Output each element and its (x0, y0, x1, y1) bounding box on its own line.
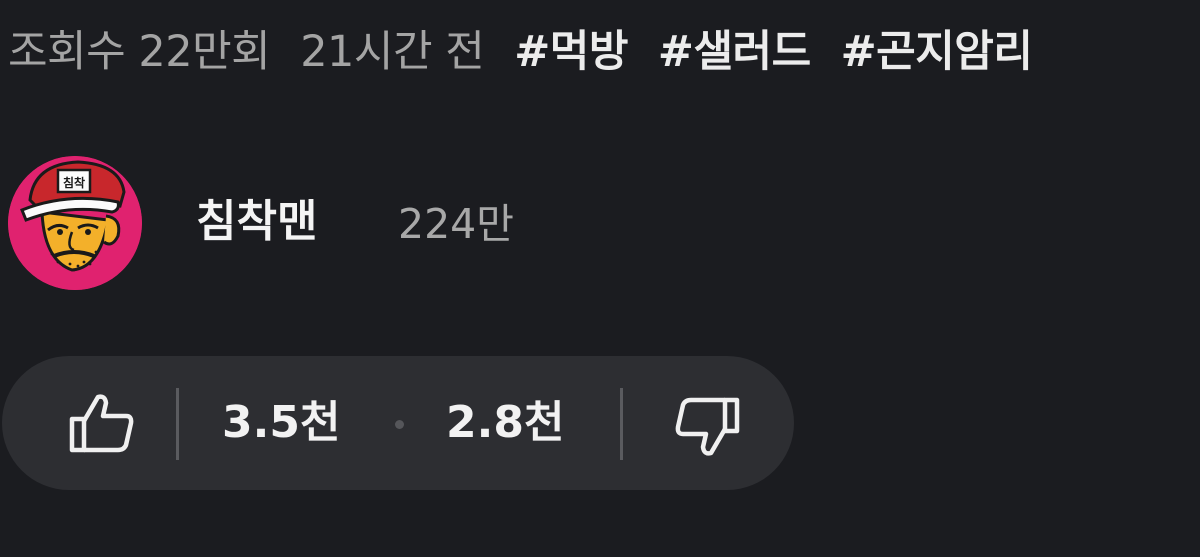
channel-row[interactable]: 침착 침착맨 224만 (8, 156, 708, 290)
dislike-button[interactable] (666, 392, 748, 462)
cartoon-face-avatar-icon: 침착 (8, 156, 142, 290)
divider (176, 388, 179, 460)
hashtag-link[interactable]: #먹방 (514, 20, 628, 84)
thumbs-down-icon (675, 397, 740, 456)
separator-dot (395, 420, 404, 429)
channel-name[interactable]: 침착맨 (196, 192, 317, 252)
upload-time: 21시간 전 (300, 27, 485, 77)
divider (620, 388, 623, 460)
channel-avatar[interactable]: 침착 (8, 156, 142, 290)
overflow-fade (1090, 20, 1200, 84)
dislike-count[interactable]: 2.8천 (446, 392, 564, 454)
like-button[interactable] (62, 390, 142, 456)
like-count[interactable]: 3.5천 (222, 392, 340, 454)
hashtag-link[interactable]: #샐러드 (658, 20, 811, 84)
video-meta-line: 조회수 22만회 21시간 전 #먹방 #샐러드 #곤지암리 (8, 20, 1200, 84)
subscriber-count: 224만 (398, 200, 514, 248)
view-count: 조회수 22만회 (8, 27, 271, 77)
like-dislike-bar: 3.5천 2.8천 (2, 356, 794, 490)
thumbs-up-icon (69, 394, 134, 453)
hashtag-link[interactable]: #곤지암리 (841, 20, 1033, 84)
avatar-cap-label: 침착 (63, 175, 85, 190)
